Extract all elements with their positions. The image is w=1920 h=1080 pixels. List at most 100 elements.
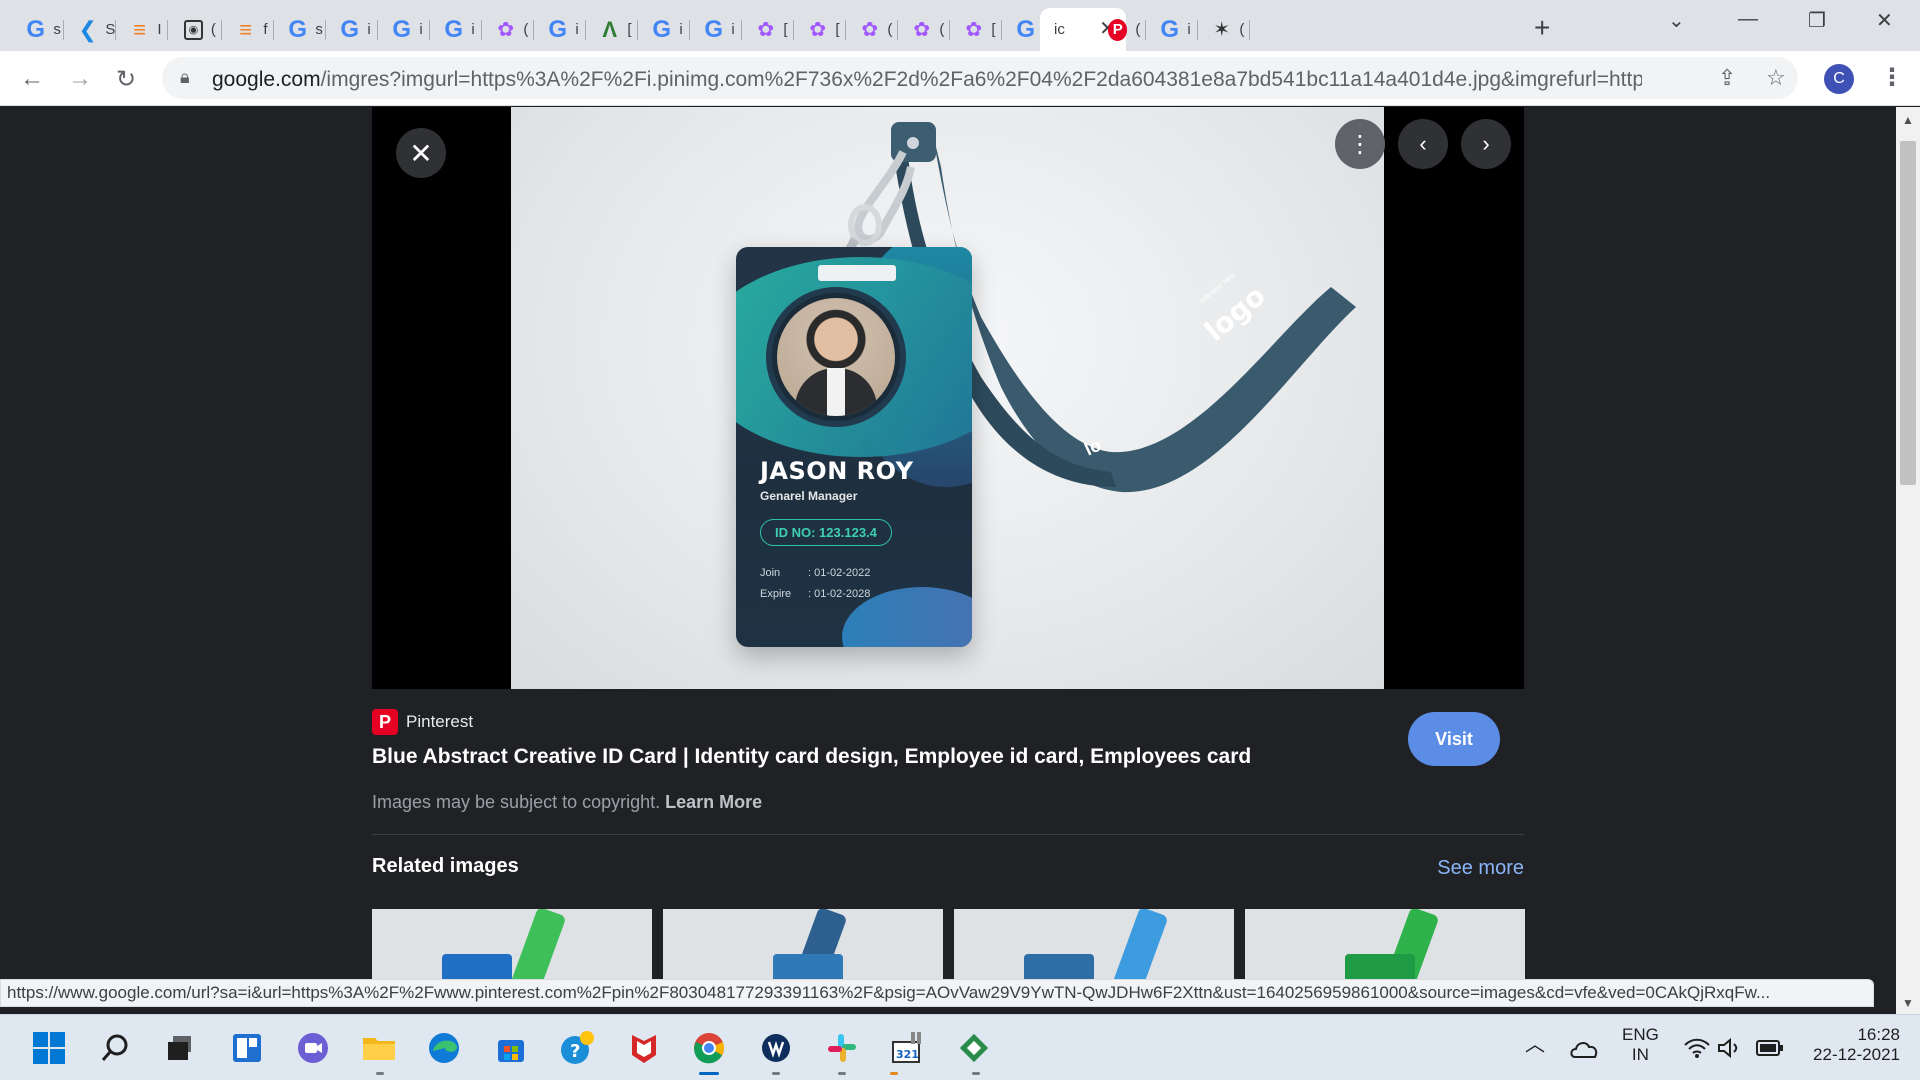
scroll-down-arrow-icon[interactable]: ▼ [1902,996,1914,1010]
browser-tab[interactable]: ✶( [1198,8,1250,51]
portrait-photo [777,298,895,416]
search-icon[interactable] [97,1029,135,1067]
card-role: Genarel Manager [760,489,858,503]
chrome-icon[interactable] [690,1029,728,1067]
lock-icon[interactable]: 🔒︎ [180,67,190,88]
browser-tab[interactable]: Gi [378,8,430,51]
microsoft-store-icon[interactable] [492,1029,530,1067]
previous-image-button[interactable]: ‹ [1398,119,1448,169]
close-window-icon[interactable]: ✕ [1876,8,1893,33]
google-icon: G [704,15,724,43]
file-explorer-icon[interactable] [360,1029,398,1067]
pinterest-icon: P [1108,18,1128,41]
browser-tab[interactable]: Gi [1146,8,1198,51]
more-options-button[interactable]: ⋮ [1335,119,1385,169]
browser-tab[interactable]: ✿[ [794,8,846,51]
edge-icon[interactable] [425,1029,463,1067]
divider [372,834,1524,835]
scroll-thumb[interactable] [1900,141,1916,485]
image-title[interactable]: Blue Abstract Creative ID Card | Identit… [372,745,1251,769]
reload-icon[interactable]: ↻ [116,65,136,94]
bookmark-star-icon[interactable]: ☆ [1766,65,1786,91]
browser-tab[interactable]: Gs [12,8,64,51]
figma-icon: ✿ [913,19,931,41]
source-link[interactable]: P Pinterest [372,709,473,735]
url-text[interactable]: google.com/imgres?imgurl=https%3A%2F%2Fi… [212,68,1642,92]
media-player-icon[interactable]: 321 [888,1029,926,1067]
browser-tab[interactable]: Ʌ[ [586,8,638,51]
close-icon: ✕ [409,137,433,169]
app-icon[interactable] [757,1029,795,1067]
windows-start-icon[interactable] [30,1029,68,1067]
browser-tab[interactable]: P( [1094,8,1146,51]
see-more-link[interactable]: See more [1437,857,1524,880]
profile-avatar[interactable]: C [1824,64,1854,94]
browser-tab[interactable]: ≡ I [116,8,168,51]
google-icon: G [548,15,568,43]
flutter-icon: ❮ [78,16,97,42]
app-diamond-icon[interactable] [955,1029,993,1067]
figma-icon: ✿ [965,19,983,41]
browser-tab[interactable]: Gi [430,8,482,51]
portrait-frame [766,287,906,427]
browser-tab[interactable]: Gi [690,8,742,51]
stackoverflow-icon: ≡ [133,16,147,42]
tab-search-icon[interactable]: ⌄ [1668,8,1685,33]
onedrive-icon[interactable] [1565,1029,1603,1067]
browser-tab[interactable]: ✿[ [950,8,1002,51]
box-icon: ◉ [184,19,203,40]
browser-tab[interactable]: Gi [326,8,378,51]
card-name: JASON ROY [760,457,914,485]
figma-icon: ✿ [757,19,775,41]
browser-tab[interactable]: Gs [274,8,326,51]
restore-icon[interactable]: ❐ [1808,8,1826,33]
forward-icon[interactable]: → [68,65,92,93]
figma-icon: ✿ [497,19,515,41]
google-icon: G [652,15,672,43]
scroll-up-arrow-icon[interactable]: ▲ [1902,113,1914,127]
card-expire-row: Expire: 01-02-2028 [760,588,871,600]
google-icon: G [26,15,46,43]
new-tab-icon[interactable]: + [1534,12,1550,44]
source-name[interactable]: Pinterest [406,712,473,732]
link-status-bubble: https://www.google.com/url?sa=i&url=http… [0,979,1874,1007]
widgets-icon[interactable] [228,1029,266,1067]
show-hidden-icons[interactable]: ︿ [1525,1035,1545,1055]
browser-menu-icon[interactable]: ⋮ [1880,63,1904,92]
back-icon[interactable]: ← [20,65,44,93]
language-indicator[interactable]: ENG IN [1622,1025,1659,1065]
browser-tab[interactable]: ≡ f [222,8,274,51]
card-id-number: ID NO: 123.123.4 [760,519,892,546]
get-help-icon[interactable]: ? [558,1029,596,1067]
browser-tab[interactable]: ✿( [898,8,950,51]
browser-tab[interactable]: Gi [638,8,690,51]
browser-tab[interactable]: ✿( [482,8,534,51]
visit-button[interactable]: Visit [1408,712,1500,766]
android-icon: Ʌ [602,16,618,42]
google-icon: G [288,15,308,43]
share-icon[interactable]: ⇪ [1718,65,1736,91]
learn-more-link[interactable]: Learn More [665,792,762,812]
card-join-row: Join: 01-02-2022 [760,567,871,579]
slack-icon[interactable] [823,1029,861,1067]
preview-image[interactable]: logo little logo here lo JASON ROY Genar… [511,107,1384,689]
next-image-button[interactable]: › [1461,119,1511,169]
volume-icon[interactable] [1711,1029,1749,1067]
mcafee-icon[interactable] [625,1029,663,1067]
browser-tab[interactable]: Gi [534,8,586,51]
close-preview-button[interactable]: ✕ [396,128,446,178]
browser-tab[interactable]: ❮ S [64,8,116,51]
google-icon: G [340,15,360,43]
page-scrollbar[interactable]: ▲ ▼ [1896,107,1920,1014]
browser-tab[interactable]: ◉( [170,8,222,51]
chevron-left-icon: ‹ [1419,131,1427,156]
google-icon: G [444,15,464,43]
battery-icon[interactable] [1751,1029,1789,1067]
clock[interactable]: 16:28 22-12-2021 [1800,1025,1900,1065]
task-view-icon[interactable] [161,1029,199,1067]
browser-tab[interactable]: ✿[ [742,8,794,51]
address-bar[interactable]: 🔒︎ google.com/imgres?imgurl=https%3A%2F%… [162,57,1798,99]
minimize-icon[interactable]: — [1738,8,1758,31]
teams-chat-icon[interactable] [294,1029,332,1067]
browser-tab[interactable]: ✿( [846,8,898,51]
